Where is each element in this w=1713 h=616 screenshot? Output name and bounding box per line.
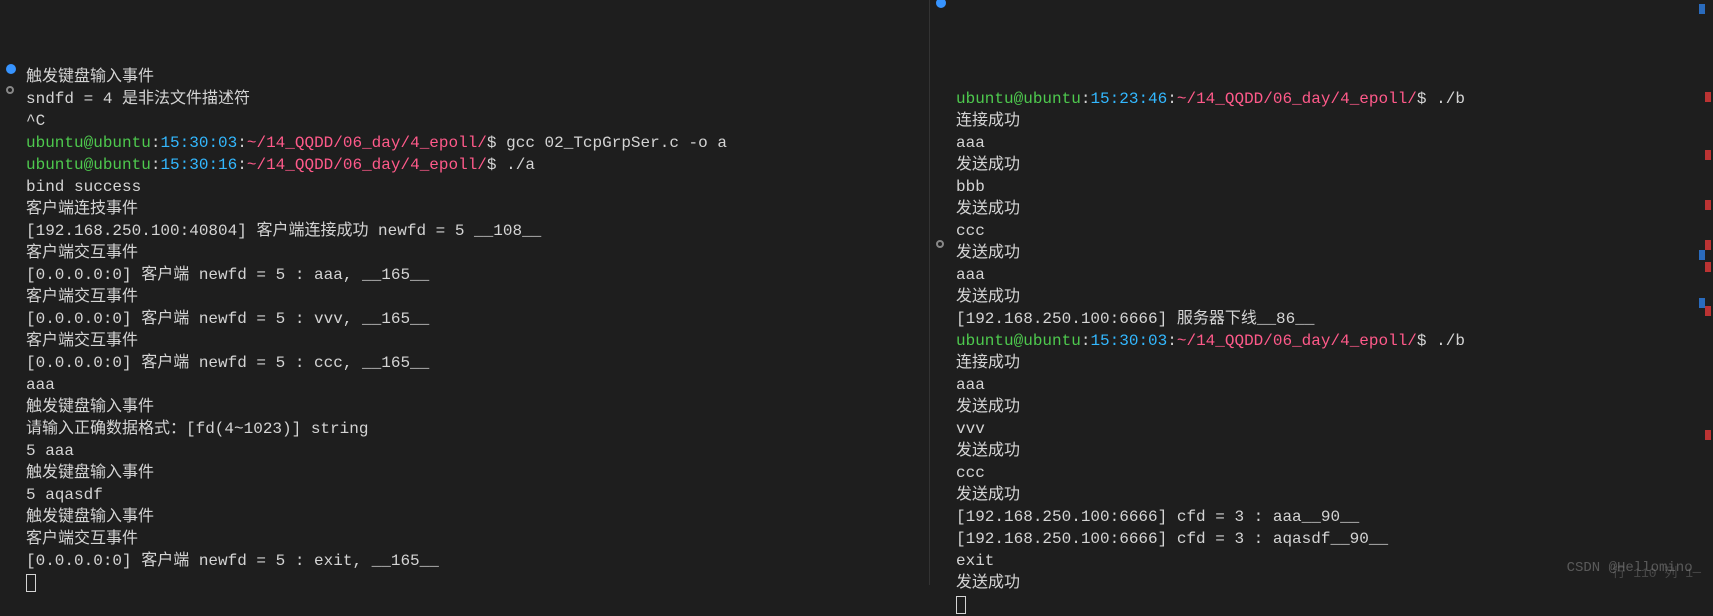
terminal-line: [0.0.0.0:0] 客户端 newfd = 5 : exit, __165_…	[26, 550, 929, 572]
terminal-line: 触发键盘输入事件	[26, 66, 929, 88]
overview-mark	[1705, 150, 1711, 160]
terminal-line: aaa	[26, 374, 929, 396]
terminal-line: [0.0.0.0:0] 客户端 newfd = 5 : aaa, __165__	[26, 264, 929, 286]
overview-mark	[1705, 200, 1711, 210]
terminal-pane-right[interactable]: ubuntu@ubuntu:15:23:46:~/14_QQDD/06_day/…	[930, 0, 1713, 585]
terminal-line: aaa	[956, 132, 1713, 154]
overview-mark	[1705, 240, 1711, 250]
terminal-line: 发送成功	[956, 286, 1713, 308]
bullet-circle-icon	[936, 240, 944, 248]
terminal-line: 发送成功	[956, 440, 1713, 462]
terminal-line: sndfd = 4 是非法文件描述符	[26, 88, 929, 110]
terminal-line: bbb	[956, 176, 1713, 198]
terminal-line: 发送成功	[956, 198, 1713, 220]
overview-mark	[1705, 92, 1711, 102]
overview-mark	[1699, 250, 1705, 260]
terminal-line: ubuntu@ubuntu:15:30:03:~/14_QQDD/06_day/…	[956, 330, 1713, 352]
terminal-pane-left[interactable]: 触发键盘输入事件sndfd = 4 是非法文件描述符^Cubuntu@ubunt…	[0, 0, 930, 585]
prompt-path: ~/14_QQDD/06_day/4_epoll/	[1177, 90, 1417, 108]
terminal-line: 请输入正确数据格式：[fd(4~1023)] string	[26, 418, 929, 440]
terminal-line: 客户端交互事件	[26, 330, 929, 352]
terminal-line: 触发键盘输入事件	[26, 462, 929, 484]
overview-mark	[1705, 262, 1711, 272]
cursor-icon	[956, 596, 966, 614]
prompt-command: gcc 02_TcpGrpSer.c -o a	[506, 134, 727, 152]
at-symbol: @	[84, 156, 94, 174]
overview-mark	[1705, 430, 1711, 440]
terminal-line: 连接成功	[956, 352, 1713, 374]
terminal-line: 发送成功	[956, 396, 1713, 418]
terminal-line: 客户端交互事件	[26, 242, 929, 264]
terminal-line	[956, 594, 1713, 616]
prompt-host: ubuntu	[1023, 90, 1081, 108]
terminal-line	[26, 572, 929, 594]
terminal-line: ubuntu@ubuntu:15:30:03:~/14_QQDD/06_day/…	[26, 132, 929, 154]
terminal-line: 连接成功	[956, 110, 1713, 132]
terminal-line: aaa	[956, 374, 1713, 396]
terminal-line: 发送成功	[956, 154, 1713, 176]
terminal-line: 发送成功	[956, 242, 1713, 264]
terminal-line: 发送成功	[956, 484, 1713, 506]
gutter-right	[930, 0, 950, 585]
terminal-line: vvv	[956, 418, 1713, 440]
prompt-time: 15:30:03	[160, 134, 237, 152]
terminal-line: ubuntu@ubuntu:15:30:16:~/14_QQDD/06_day/…	[26, 154, 929, 176]
terminal-line: [192.168.250.100:6666] cfd = 3 : aaa__90…	[956, 506, 1713, 528]
gutter-left	[0, 0, 20, 585]
overview-mark	[1705, 306, 1711, 316]
terminal-line: [192.168.250.100:40804] 客户端连接成功 newfd = …	[26, 220, 929, 242]
terminal-line: 客户端连技事件	[26, 198, 929, 220]
prompt-host: ubuntu	[1023, 332, 1081, 350]
cursor-icon	[26, 574, 36, 592]
terminal-line: [0.0.0.0:0] 客户端 newfd = 5 : vvv, __165__	[26, 308, 929, 330]
terminal-line: ccc	[956, 220, 1713, 242]
prompt-user: ubuntu	[956, 90, 1014, 108]
prompt-path: ~/14_QQDD/06_day/4_epoll/	[247, 156, 487, 174]
terminal-line: 触发键盘输入事件	[26, 506, 929, 528]
prompt-command: ./b	[1436, 90, 1465, 108]
prompt-host: ubuntu	[93, 156, 151, 174]
bullet-dot-icon	[6, 64, 16, 74]
terminal-line: ubuntu@ubuntu:15:23:46:~/14_QQDD/06_day/…	[956, 88, 1713, 110]
terminal-line: [0.0.0.0:0] 客户端 newfd = 5 : ccc, __165__	[26, 352, 929, 374]
minimap-scrollstrip[interactable]	[1699, 0, 1713, 585]
terminal-line: ^C	[26, 110, 929, 132]
prompt-command: ./a	[506, 156, 535, 174]
prompt-command: ./b	[1436, 332, 1465, 350]
bullet-dot-icon	[936, 0, 946, 8]
at-symbol: @	[1014, 332, 1024, 350]
prompt-host: ubuntu	[93, 134, 151, 152]
prompt-path: ~/14_QQDD/06_day/4_epoll/	[1177, 332, 1417, 350]
at-symbol: @	[84, 134, 94, 152]
prompt-time: 15:30:03	[1090, 332, 1167, 350]
terminal-line: bind success	[26, 176, 929, 198]
editor-split: 触发键盘输入事件sndfd = 4 是非法文件描述符^Cubuntu@ubunt…	[0, 0, 1713, 585]
overview-mark	[1699, 4, 1705, 14]
prompt-user: ubuntu	[26, 156, 84, 174]
prompt-user: ubuntu	[26, 134, 84, 152]
terminal-line: aaa	[956, 264, 1713, 286]
terminal-line: [192.168.250.100:6666] 服务器下线__86__	[956, 308, 1713, 330]
terminal-line: 客户端交互事件	[26, 286, 929, 308]
at-symbol: @	[1014, 90, 1024, 108]
terminal-line: ccc	[956, 462, 1713, 484]
bullet-circle-icon	[6, 86, 14, 94]
prompt-time: 15:23:46	[1090, 90, 1167, 108]
status-bar-text: 行 110 列 1	[1612, 563, 1693, 585]
prompt-path: ~/14_QQDD/06_day/4_epoll/	[247, 134, 487, 152]
prompt-time: 15:30:16	[160, 156, 237, 174]
terminal-line: 触发键盘输入事件	[26, 396, 929, 418]
prompt-user: ubuntu	[956, 332, 1014, 350]
terminal-line: 客户端交互事件	[26, 528, 929, 550]
terminal-line: [192.168.250.100:6666] cfd = 3 : aqasdf_…	[956, 528, 1713, 550]
terminal-line: 5 aaa	[26, 440, 929, 462]
terminal-line: 5 aqasdf	[26, 484, 929, 506]
